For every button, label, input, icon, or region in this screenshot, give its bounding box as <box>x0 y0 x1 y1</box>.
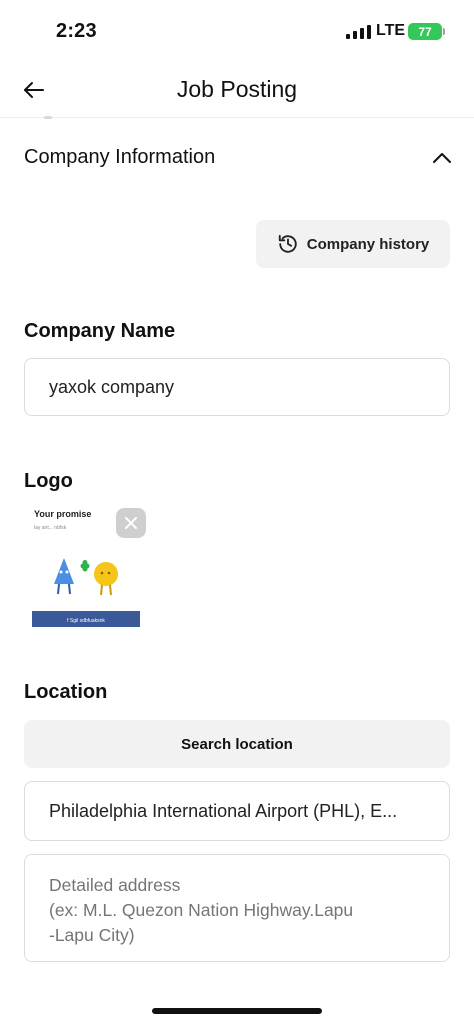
mascot-yellow-leg-right <box>109 584 112 596</box>
close-icon <box>125 517 137 529</box>
scroll-hint <box>44 116 52 119</box>
company-info-section-header[interactable]: Company Information <box>24 140 454 180</box>
mascot-yellow-eye-right <box>107 571 111 575</box>
company-name-value: yaxok company <box>49 376 175 397</box>
network-type: LTE <box>376 22 406 39</box>
mascot-yellow-shape <box>94 562 118 586</box>
nav-bar: Job Posting <box>0 62 474 118</box>
status-bar: 2:23 LTE 77 <box>0 0 474 62</box>
mascot-blue-shape <box>54 558 74 584</box>
mascot-blue-eye-left <box>59 570 63 574</box>
detailed-address-field[interactable] <box>24 854 450 962</box>
company-name-label: Company Name <box>24 320 176 342</box>
home-indicator <box>152 1008 322 1014</box>
clover-leaf-3 <box>82 560 88 565</box>
remove-logo-button[interactable] <box>116 508 146 538</box>
chevron-up-icon[interactable] <box>430 146 454 170</box>
location-value: Philadelphia International Airport (PHL)… <box>49 800 398 821</box>
logo-headline: Your promise <box>34 509 91 519</box>
company-history-label: Company history <box>306 235 430 253</box>
page-title: Job Posting <box>176 76 298 102</box>
company-name-input[interactable]: yaxok company <box>24 358 450 416</box>
logo-label: Logo <box>24 470 73 492</box>
battery-level: 77 <box>418 24 432 39</box>
mascot-blue-leg-right <box>68 583 71 595</box>
logo-subtext: lay ant... nbfsk <box>34 525 67 531</box>
battery-icon: 77 <box>408 23 442 40</box>
mascot-blue-eye-right <box>65 570 69 574</box>
search-location-label: Search location <box>181 735 293 753</box>
company-history-button[interactable]: Company history <box>256 220 450 268</box>
mascot-yellow-leg-left <box>100 584 103 596</box>
section-title: Company Information <box>24 146 216 168</box>
battery-tip <box>443 28 445 35</box>
location-label: Location <box>24 681 108 703</box>
mascot-blue-leg-left <box>57 583 60 595</box>
signal-icon <box>346 25 371 39</box>
logo-footer-text: f Sgil sdbfuaksnk <box>67 618 105 624</box>
status-time: 2:23 <box>56 20 97 42</box>
search-location-button[interactable]: Search location <box>24 720 450 768</box>
clover-leaf-4 <box>82 566 88 572</box>
location-input[interactable]: Philadelphia International Airport (PHL)… <box>24 781 450 841</box>
history-icon <box>278 234 297 253</box>
mascot-yellow-eye-left <box>100 571 104 575</box>
